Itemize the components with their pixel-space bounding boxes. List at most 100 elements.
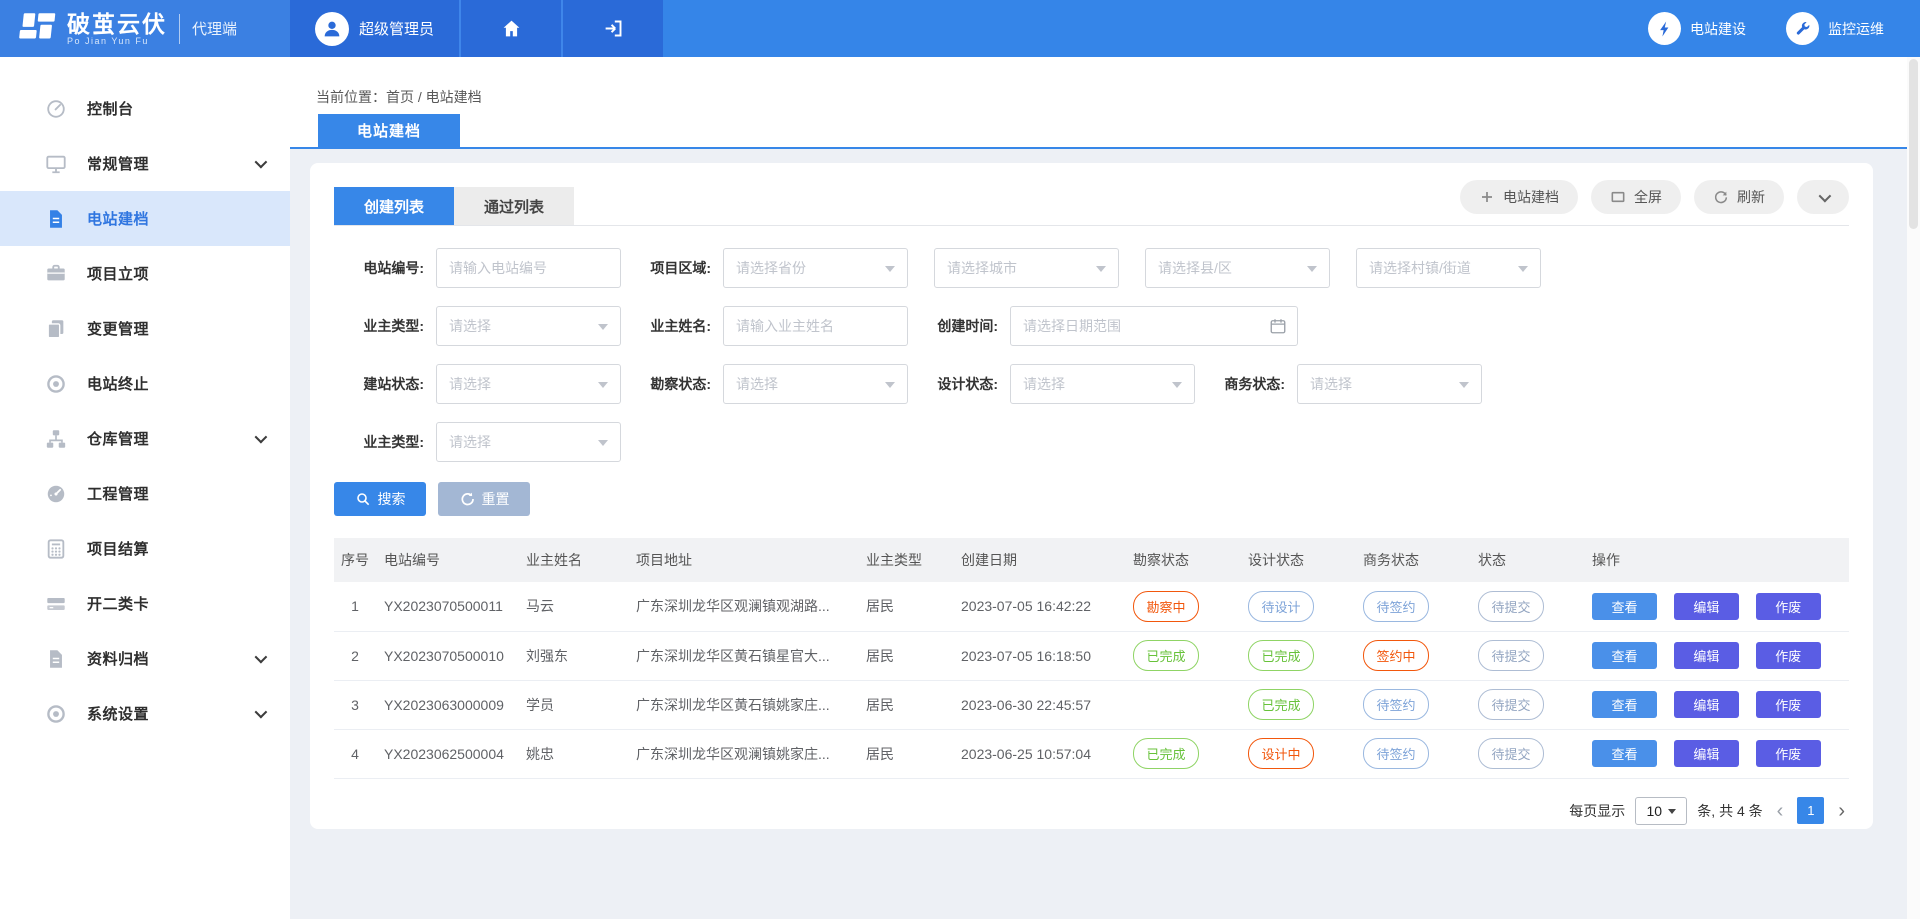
- reset-icon: [459, 491, 475, 507]
- void-button[interactable]: 作废: [1756, 691, 1821, 718]
- chevron-down-icon: [1096, 266, 1106, 277]
- void-button[interactable]: 作废: [1756, 740, 1821, 767]
- sidebar-item-general-mgmt[interactable]: 常规管理: [0, 136, 290, 191]
- prev-page-button[interactable]: ‹: [1773, 801, 1788, 821]
- void-button[interactable]: 作废: [1756, 593, 1821, 620]
- nav-monitor-ops[interactable]: 监控运维: [1786, 12, 1884, 45]
- status-badge: 已完成: [1248, 689, 1314, 720]
- tab-create-list[interactable]: 创建列表: [334, 187, 454, 225]
- edit-button[interactable]: 编辑: [1674, 642, 1739, 669]
- toolbar: 电站建档 全屏 刷新: [1460, 180, 1849, 214]
- user-menu[interactable]: 超级管理员: [290, 0, 459, 57]
- date-range-picker[interactable]: [1010, 306, 1298, 346]
- logout-button[interactable]: [563, 0, 663, 57]
- fullscreen-button[interactable]: 全屏: [1591, 180, 1681, 214]
- table-header-row: 序号 电站编号 业主姓名 项目地址 业主类型 创建日期 勘察状态 设计状态 商务…: [334, 538, 1849, 582]
- village-select[interactable]: 请选择村镇/街道: [1356, 248, 1541, 288]
- page-tab-station-archive[interactable]: 电站建档: [318, 114, 460, 147]
- scrollbar[interactable]: [1907, 57, 1920, 919]
- archive-icon: [45, 648, 67, 670]
- create-station-button[interactable]: 电站建档: [1460, 180, 1578, 214]
- owner-type2-select[interactable]: 请选择: [436, 422, 621, 462]
- chevron-down-icon: [598, 324, 608, 335]
- nav-station-build[interactable]: 电站建设: [1648, 12, 1746, 45]
- sitemap-icon: [45, 428, 67, 450]
- plus-icon: [1479, 189, 1495, 205]
- next-page-button[interactable]: ›: [1834, 801, 1849, 821]
- briefcase-icon: [45, 263, 67, 285]
- status-badge: 设计中: [1248, 738, 1314, 769]
- table-row: 4 YX2023062500004 姚忠 广东深圳龙华区观澜镇姚家庄... 居民…: [334, 729, 1849, 778]
- pagination: 每页显示 10 条, 共 4 条 ‹ 1 ›: [334, 797, 1849, 825]
- status-badge: 待签约: [1363, 738, 1429, 769]
- edit-button[interactable]: 编辑: [1674, 593, 1739, 620]
- calendar-icon[interactable]: [1269, 317, 1287, 335]
- view-button[interactable]: 查看: [1592, 691, 1657, 718]
- sidebar-item-project-settlement[interactable]: 项目结算: [0, 521, 290, 576]
- station-code-input[interactable]: [436, 248, 621, 288]
- edit-button[interactable]: 编辑: [1674, 740, 1739, 767]
- void-button[interactable]: 作废: [1756, 642, 1821, 669]
- breadcrumb-prefix: 当前位置：: [316, 89, 386, 105]
- page-number[interactable]: 1: [1797, 797, 1824, 824]
- sidebar-item-station-terminate[interactable]: 电站终止: [0, 356, 290, 411]
- table-row: 2 YX2023070500010 刘强东 广东深圳龙华区黄石镇星官大... 居…: [334, 631, 1849, 680]
- edit-button[interactable]: 编辑: [1674, 691, 1739, 718]
- sidebar-item-dashboard[interactable]: 控制台: [0, 81, 290, 136]
- date-range-input[interactable]: [1011, 308, 1251, 344]
- city-select[interactable]: 请选择城市: [934, 248, 1119, 288]
- sidebar-item-change-mgmt[interactable]: 变更管理: [0, 301, 290, 356]
- breadcrumb-path[interactable]: 首页 / 电站建档: [386, 89, 482, 105]
- nav-monitor-ops-label: 监控运维: [1828, 19, 1884, 39]
- view-button[interactable]: 查看: [1592, 593, 1657, 620]
- fullscreen-icon: [1610, 189, 1626, 205]
- view-button[interactable]: 查看: [1592, 740, 1657, 767]
- sidebar-item-engineering-mgmt[interactable]: 工程管理: [0, 466, 290, 521]
- chevron-down-icon: [1459, 382, 1469, 393]
- county-select[interactable]: 请选择县/区: [1145, 248, 1330, 288]
- list-tabs-row: 创建列表 通过列表 电站建档 全屏 刷新: [334, 163, 1849, 226]
- search-button[interactable]: 搜索: [334, 482, 426, 516]
- sidebar-item-station-archive[interactable]: 电站建档: [0, 191, 290, 246]
- sidebar: 控制台 常规管理 电站建档 项目立项: [0, 57, 290, 919]
- sidebar-item-type2-card[interactable]: 开二类卡: [0, 576, 290, 631]
- business-status-select[interactable]: 请选择: [1297, 364, 1482, 404]
- chevron-down-icon: [255, 156, 268, 169]
- sidebar-item-project-initiation[interactable]: 项目立项: [0, 246, 290, 301]
- owner-type-select[interactable]: 请选择: [436, 306, 621, 346]
- gauge-icon: [45, 483, 67, 505]
- per-page-label: 每页显示: [1569, 801, 1625, 821]
- province-select[interactable]: 请选择省份: [723, 248, 908, 288]
- table-row: 3 YX2023063000009 学员 广东深圳龙华区黄石镇姚家庄... 居民…: [334, 680, 1849, 729]
- design-status-select[interactable]: 请选择: [1010, 364, 1195, 404]
- scrollbar-thumb[interactable]: [1909, 59, 1918, 229]
- app-title: 破茧云伏: [67, 12, 167, 36]
- home-icon: [501, 18, 522, 39]
- sidebar-item-data-archive[interactable]: 资料归档: [0, 631, 290, 686]
- chevron-down-icon: [1818, 189, 1831, 202]
- per-page-select[interactable]: 10: [1635, 797, 1687, 825]
- filter-panel: 电站编号: 项目区域: 请选择省份 请选择城市 请选择县/区 请选择村镇/街道 …: [334, 226, 1849, 516]
- calculator-icon: [45, 538, 67, 560]
- refresh-button[interactable]: 刷新: [1694, 180, 1784, 214]
- logo: 破茧云伏 Po Jian Yun Fu 代理端: [0, 0, 290, 57]
- chevron-down-icon: [885, 382, 895, 393]
- search-icon: [355, 491, 371, 507]
- survey-status-select[interactable]: 请选择: [723, 364, 908, 404]
- owner-name-input[interactable]: [723, 306, 908, 346]
- chevron-down-icon: [1307, 266, 1317, 277]
- view-button[interactable]: 查看: [1592, 642, 1657, 669]
- status-badge: 已完成: [1133, 738, 1199, 769]
- sidebar-item-warehouse-mgmt[interactable]: 仓库管理: [0, 411, 290, 466]
- breadcrumb: 当前位置：首页 / 电站建档: [316, 87, 482, 107]
- tab-passed-list[interactable]: 通过列表: [454, 187, 574, 225]
- app-header: 破茧云伏 Po Jian Yun Fu 代理端 超级管理员 电站建设: [0, 0, 1920, 57]
- reset-button[interactable]: 重置: [438, 482, 530, 516]
- sidebar-item-system-settings[interactable]: 系统设置: [0, 686, 290, 741]
- collapse-filters-button[interactable]: [1797, 180, 1849, 214]
- main-content: 当前位置：首页 / 电站建档 电站建档 创建列表 通过列表 电站建档 全屏: [290, 57, 1920, 919]
- home-button[interactable]: [461, 0, 561, 57]
- build-status-select[interactable]: 请选择: [436, 364, 621, 404]
- dashboard-icon: [45, 98, 67, 120]
- chevron-down-icon: [1668, 809, 1676, 818]
